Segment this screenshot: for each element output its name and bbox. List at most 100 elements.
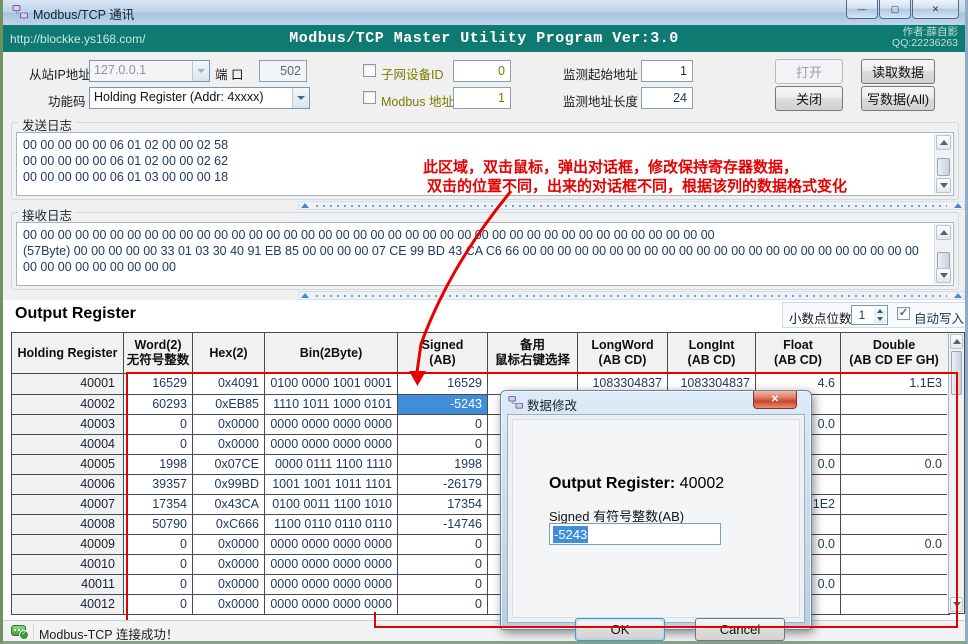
cell-40001-signed[interactable]: 16529 [398,374,488,394]
cell-40008-hex[interactable]: 0xC666 [193,514,265,534]
close-button[interactable]: ✕ [912,0,959,19]
close-connection-button[interactable]: 关闭 [775,86,843,111]
cell-40001-double[interactable]: 1.1E3 [841,374,947,394]
decimal-places-spinner[interactable]: 1 [851,305,888,325]
cell-40004-double[interactable] [841,434,947,454]
send-log-scrollbar[interactable] [934,134,952,194]
log-splitter-bottom[interactable] [298,291,965,300]
cell-40003-hex[interactable]: 0x0000 [193,414,265,434]
cell-40001-bin[interactable]: 0100 0000 1001 0001 [265,374,398,394]
cell-40005-bin[interactable]: 0000 0111 1100 1110 [265,454,398,474]
cell-40012-word[interactable]: 0 [124,594,193,614]
cell-40003-signed[interactable]: 0 [398,414,488,434]
scroll-up-icon[interactable] [936,225,951,240]
cell-40002-hex[interactable]: 0xEB85 [193,394,265,414]
cell-40006-double[interactable] [841,474,947,494]
function-code-combobox[interactable]: Holding Register (Addr: 4xxxx) [89,87,310,109]
cell-40012-bin[interactable]: 0000 0000 0000 0000 [265,594,398,614]
cell-40012-double[interactable] [841,594,947,614]
cell-40009-hex[interactable]: 0x0000 [193,534,265,554]
receive-log-scrollbar[interactable] [934,224,952,284]
cell-40007-word[interactable]: 17354 [124,494,193,514]
cell-40011-double[interactable] [841,574,947,594]
cell-40008-double[interactable] [841,514,947,534]
ip-combobox[interactable]: 127.0.0.1 [89,60,210,82]
cell-40004-bin[interactable]: 0000 0000 0000 0000 [265,434,398,454]
cell-40010-hex[interactable]: 0x0000 [193,554,265,574]
scroll-down-icon[interactable] [936,268,951,283]
modbus-address-checkbox[interactable] [363,91,376,104]
modbus-address-field[interactable]: 1 [453,87,511,109]
cell-40005-signed[interactable]: 1998 [398,454,488,474]
auto-write-checkbox[interactable]: ✓ [897,307,910,320]
window-title: Modbus/TCP 通讯 [33,4,134,23]
minimize-button[interactable]: — [846,0,878,19]
scroll-down-icon[interactable] [936,178,951,193]
dialog-value-input[interactable]: -5243 [549,523,721,545]
cell-40006-hex[interactable]: 0x99BD [193,474,265,494]
cell-40007-hex[interactable]: 0x43CA [193,494,265,514]
cell-40008-word[interactable]: 50790 [124,514,193,534]
function-dropdown-button[interactable] [292,88,309,108]
cell-40007-signed[interactable]: 17354 [398,494,488,514]
cell-40011-bin[interactable]: 0000 0000 0000 0000 [265,574,398,594]
cell-40012-hex[interactable]: 0x0000 [193,594,265,614]
log-splitter-top[interactable] [298,201,965,210]
cell-40009-word[interactable]: 0 [124,534,193,554]
cell-40002-bin[interactable]: 1110 1011 1000 0101 [265,394,398,414]
maximize-button[interactable]: ▢ [879,0,911,19]
cell-40003-word[interactable]: 0 [124,414,193,434]
scroll-up-icon[interactable] [950,334,963,349]
cell-40006-signed[interactable]: -26179 [398,474,488,494]
cell-40009-bin[interactable]: 0000 0000 0000 0000 [265,534,398,554]
cell-40011-signed[interactable]: 0 [398,574,488,594]
monitor-length-field[interactable]: 24 [641,87,693,109]
cell-40002-word[interactable]: 60293 [124,394,193,414]
cell-40010-word[interactable]: 0 [124,554,193,574]
port-field[interactable]: 502 [259,60,307,82]
monitor-start-field[interactable]: 1 [641,60,693,82]
cell-40001-hex[interactable]: 0x4091 [193,374,265,394]
cell-40009-signed[interactable]: 0 [398,534,488,554]
cell-40007-bin[interactable]: 0100 0011 1100 1010 [265,494,398,514]
cell-40008-signed[interactable]: -14746 [398,514,488,534]
scrollbar-thumb[interactable] [937,158,950,176]
cell-40005-hex[interactable]: 0x07CE [193,454,265,474]
title-bar[interactable]: Modbus/TCP 通讯 — ▢ ✕ [3,0,965,26]
cell-40006-bin[interactable]: 1001 1001 1011 1101 [265,474,398,494]
cell-40002-double[interactable] [841,394,947,414]
receive-log-textarea[interactable]: 00 00 00 00 00 00 00 00 00 00 00 00 00 0… [16,222,954,286]
cell-40003-bin[interactable]: 0000 0000 0000 0000 [265,414,398,434]
cell-40011-hex[interactable]: 0x0000 [193,574,265,594]
cell-40011-word[interactable]: 0 [124,574,193,594]
cell-40004-signed[interactable]: 0 [398,434,488,454]
scroll-up-icon[interactable] [936,135,951,150]
ok-button[interactable]: OK [575,618,665,641]
cell-40004-word[interactable]: 0 [124,434,193,454]
write-data-button[interactable]: 写数据(All) [861,86,935,111]
cell-40010-double[interactable] [841,554,947,574]
cell-40010-signed[interactable]: 0 [398,554,488,574]
cell-40005-double[interactable]: 0.0 [841,454,947,474]
log-line: 00 00 00 00 00 06 01 02 00 00 02 58 [23,137,931,153]
cell-40010-bin[interactable]: 0000 0000 0000 0000 [265,554,398,574]
cell-40005-word[interactable]: 1998 [124,454,193,474]
ip-dropdown-button[interactable] [192,61,209,81]
cell-40001-word[interactable]: 16529 [124,374,193,394]
cell-40003-double[interactable] [841,414,947,434]
spinner-down-icon[interactable] [874,315,886,323]
cell-40008-bin[interactable]: 1100 0110 0110 0110 [265,514,398,534]
dialog-close-button[interactable]: ✕ [753,391,797,409]
cell-40006-word[interactable]: 39357 [124,474,193,494]
subnet-id-checkbox[interactable] [363,64,376,77]
open-button[interactable]: 打开 [775,59,843,84]
cell-40002-signed[interactable]: -5243 [398,394,488,414]
cell-40004-hex[interactable]: 0x0000 [193,434,265,454]
cancel-button[interactable]: Cancel [695,618,785,641]
cell-40009-double[interactable]: 0.0 [841,534,947,554]
subnet-id-field[interactable]: 0 [453,60,511,82]
cell-40007-double[interactable] [841,494,947,514]
cell-40012-signed[interactable]: 0 [398,594,488,614]
read-data-button[interactable]: 读取数据 [861,59,935,84]
spinner-up-icon[interactable] [874,307,886,315]
